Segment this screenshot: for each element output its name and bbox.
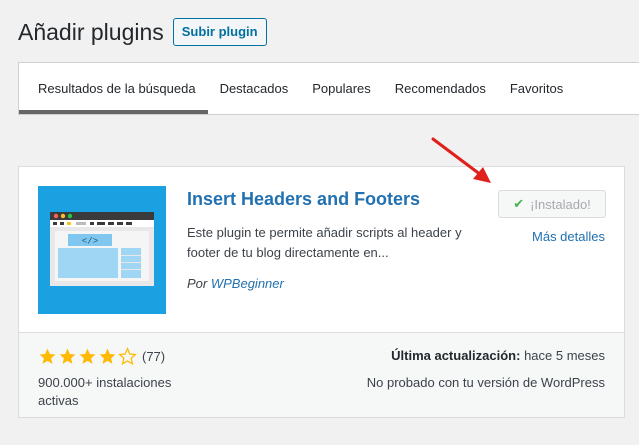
- code-tag-text: </>: [82, 237, 98, 247]
- last-updated: Última actualización: hace 5 meses: [391, 348, 605, 363]
- compatibility-notice: No probado con tu versión de WordPress: [366, 375, 605, 390]
- star-full-icon: [79, 348, 96, 364]
- rating-count: (77): [142, 349, 166, 364]
- author-link[interactable]: WPBeginner: [211, 276, 284, 291]
- page-header: Añadir plugins Subir plugin: [18, 18, 267, 46]
- active-installs: 900.000+ instalaciones activas: [38, 375, 172, 408]
- star-empty-icon: [118, 347, 137, 366]
- plugin-card-top: </> Insert Headers and Footers Este plug…: [19, 167, 624, 332]
- installed-label: ¡Instalado!: [530, 196, 591, 212]
- browser-window-icon: </>: [50, 212, 154, 286]
- more-details-link[interactable]: Más detalles: [532, 229, 605, 244]
- tab-popular[interactable]: Populares: [300, 63, 383, 114]
- page-title: Añadir plugins: [18, 18, 164, 45]
- upload-plugin-button[interactable]: Subir plugin: [172, 18, 267, 46]
- plugin-thumbnail[interactable]: </>: [38, 186, 166, 314]
- plugin-description: Este plugin te permite añadir scripts al…: [187, 225, 462, 260]
- filter-tabs: Resultados de la búsqueda Destacados Pop…: [18, 62, 639, 115]
- tab-favorites[interactable]: Favoritos: [498, 63, 575, 114]
- last-updated-value: hace 5 meses: [524, 348, 605, 363]
- star-full-icon: [59, 348, 76, 364]
- checkmark-icon: ✔: [513, 196, 525, 211]
- plugin-name-link[interactable]: Insert Headers and Footers: [187, 189, 420, 210]
- installed-button[interactable]: ✔ ¡Instalado!: [498, 190, 606, 218]
- last-updated-label: Última actualización:: [391, 348, 521, 363]
- tab-search-results[interactable]: Resultados de la búsqueda: [19, 63, 208, 114]
- plugin-card-bottom: (77) 900.000+ instalaciones activas Últi…: [19, 332, 624, 417]
- star-rating: (77): [38, 347, 165, 366]
- star-full-icon: [99, 348, 116, 364]
- tab-recommended[interactable]: Recomendados: [383, 63, 498, 114]
- author-prefix: Por: [187, 276, 208, 291]
- red-arrow-icon: [431, 137, 491, 183]
- tab-featured[interactable]: Destacados: [208, 63, 301, 114]
- star-full-icon: [39, 348, 56, 364]
- plugin-card: </> Insert Headers and Footers Este plug…: [18, 166, 625, 418]
- plugin-author: Por WPBeginner: [187, 276, 284, 291]
